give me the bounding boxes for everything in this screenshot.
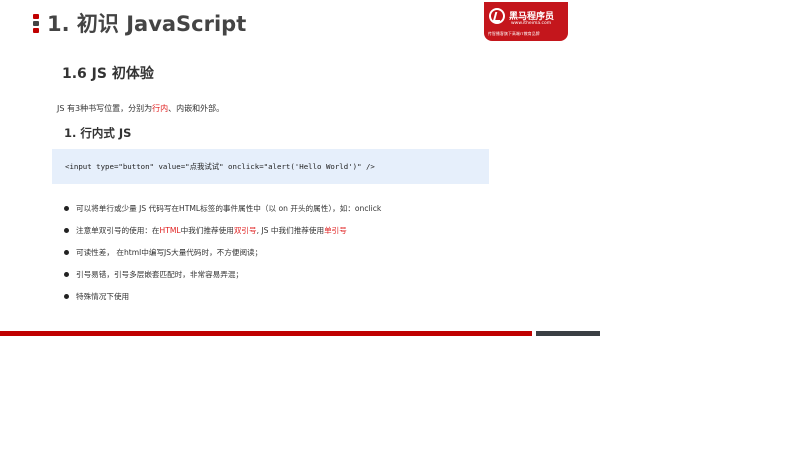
page-title: 1. 初识 JavaScript: [47, 12, 247, 36]
intro-text: JS 有3种书写位置，分别为行内、内嵌和外部。: [57, 103, 224, 114]
bullet-dot-icon: [64, 272, 69, 277]
bullet-text: 特殊情况下使用: [76, 292, 130, 301]
bullet-highlight-text: 单引号: [324, 226, 347, 235]
bullet-dot-icon: [64, 206, 69, 211]
footer-bar-red: [0, 331, 532, 336]
intro-after: 、内嵌和外部。: [168, 104, 225, 113]
bullet-item: 注意单双引号的使用：在HTML中我们推荐使用双引号, JS 中我们推荐使用单引号: [64, 226, 381, 248]
bullet-text: 中我们推荐使用: [180, 226, 234, 235]
marker-bar-bottom: [33, 28, 39, 33]
bullet-item: 可以将单行或少量 JS 代码写在HTML标签的事件属性中（以 on 开头的属性）…: [64, 204, 381, 226]
bullet-list: 可以将单行或少量 JS 代码写在HTML标签的事件属性中（以 on 开头的属性）…: [64, 204, 381, 314]
code-block: <input type="button" value="点我试试" onclic…: [52, 149, 489, 184]
footer-bar-gray: [536, 331, 600, 336]
bullet-item: 引号易错，引号多层嵌套匹配时，非常容易弄混；: [64, 270, 381, 292]
bullet-text: 引号易错，引号多层嵌套匹配时，非常容易弄混；: [76, 270, 244, 279]
slide: 1. 初识 JavaScript 黑马程序员 www.itheima.com 传…: [0, 0, 800, 450]
bullet-text: 注意单双引号的使用：在: [76, 226, 160, 235]
code-text: <input type="button" value="点我试试" onclic…: [65, 162, 375, 171]
bullet-text: , JS 中我们推荐使用: [256, 226, 325, 235]
intro-before: JS 有3种书写位置，分别为: [57, 104, 153, 113]
marker-bar-middle: [33, 21, 39, 26]
subsection-title: 1. 行内式 JS: [64, 126, 132, 140]
title-marker: [33, 14, 39, 34]
brand-slogan: 传智播客旗下高端IT教育品牌: [488, 31, 540, 36]
brand-url: www.itheima.com: [511, 21, 552, 26]
bullet-highlight-text: 双引号: [233, 226, 257, 235]
bullet-dot-icon: [64, 228, 69, 233]
intro-highlight: 行内: [152, 104, 169, 113]
bullet-text: 可读性差， 在html中编写JS大量代码时，不方便阅读；: [76, 248, 263, 257]
bullet-highlight-text: HTML: [159, 226, 181, 235]
bullet-dot-icon: [64, 250, 69, 255]
bullet-item: 特殊情况下使用: [64, 292, 381, 314]
bullet-dot-icon: [64, 294, 69, 299]
brand-logo: 黑马程序员 www.itheima.com 传智播客旗下高端IT教育品牌: [484, 2, 568, 41]
section-title: 1.6 JS 初体验: [62, 66, 154, 82]
bullet-text: 可以将单行或少量 JS 代码写在HTML标签的事件属性中（以 on 开头的属性）…: [76, 204, 382, 213]
brand-emblem-icon: [489, 8, 505, 24]
bullet-item: 可读性差， 在html中编写JS大量代码时，不方便阅读；: [64, 248, 381, 270]
marker-bar-top: [33, 14, 39, 19]
